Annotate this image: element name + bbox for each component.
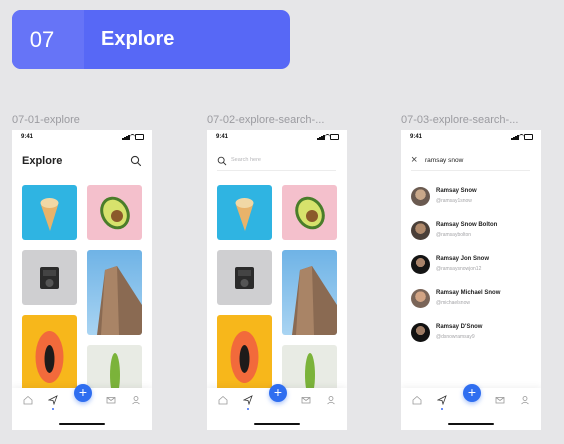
search-input[interactable]: Search here <box>217 156 336 171</box>
status-time: 9:41 <box>410 134 423 140</box>
frame-label-search-results[interactable]: 07-03-explore-search-... <box>401 114 541 126</box>
avatar <box>411 255 430 274</box>
avatar <box>411 289 430 308</box>
status-time: 9:41 <box>21 134 34 140</box>
user-result-row[interactable]: Ramsay Snow @ramsay1snow <box>411 185 531 209</box>
user-name: Ramsay Snow Bolton <box>436 222 498 228</box>
user-handle: @ramsaysnowjon12 <box>436 266 482 272</box>
status-time: 9:41 <box>216 134 229 140</box>
image-tile-building[interactable] <box>87 250 142 335</box>
add-button[interactable]: + <box>269 384 287 402</box>
image-tile-building[interactable] <box>282 250 337 335</box>
add-button[interactable]: + <box>463 384 481 402</box>
image-tile-avocado[interactable] <box>282 185 337 240</box>
user-result-row[interactable]: Ramsay D'Snow @dsnowramsay9 <box>411 321 531 345</box>
section-number: 07 <box>29 27 55 52</box>
image-tile-papaya[interactable] <box>217 315 272 395</box>
home-icon[interactable] <box>218 395 228 405</box>
user-result-row[interactable]: Ramsay Jon Snow @ramsaysnowjon12 <box>411 253 531 277</box>
avatar <box>411 323 430 342</box>
phone-explore: 9:41 Explore + <box>12 130 152 430</box>
status-icons <box>317 134 339 140</box>
user-handle: @dsnowramsay9 <box>436 334 475 340</box>
home-icon[interactable] <box>23 395 33 405</box>
search-icon[interactable] <box>130 155 142 167</box>
image-tile-papaya[interactable] <box>22 315 77 395</box>
image-tile-camera[interactable] <box>22 250 77 305</box>
mail-icon[interactable] <box>301 395 311 405</box>
add-button[interactable]: + <box>74 384 92 402</box>
user-result-row[interactable]: Ramsay Snow Bolton @ramsaybolton <box>411 219 531 243</box>
profile-icon[interactable] <box>131 395 141 405</box>
section-header: 07 Explore <box>12 10 290 69</box>
bottom-nav: + <box>12 384 152 430</box>
home-indicator <box>59 423 105 425</box>
search-query: ramsay snow <box>425 157 464 164</box>
send-icon[interactable] <box>243 395 253 405</box>
section-title: Explore <box>101 28 175 50</box>
search-icon <box>217 156 227 166</box>
image-tile-camera[interactable] <box>217 250 272 305</box>
status-bar: 9:41 <box>207 130 347 144</box>
active-indicator <box>52 408 54 410</box>
active-indicator <box>441 408 443 410</box>
send-icon[interactable] <box>437 395 447 405</box>
page-title: Explore <box>22 155 63 167</box>
user-name: Ramsay D'Snow <box>436 324 483 330</box>
frame-label-search[interactable]: 07-02-explore-search-... <box>207 114 347 126</box>
status-icons <box>122 134 144 140</box>
home-indicator <box>254 423 300 425</box>
search-placeholder: Search here <box>231 157 261 163</box>
user-name: Ramsay Jon Snow <box>436 256 490 262</box>
avatar <box>411 187 430 206</box>
status-bar: 9:41 <box>401 130 541 144</box>
home-icon[interactable] <box>412 395 422 405</box>
avatar <box>411 221 430 240</box>
home-indicator <box>448 423 494 425</box>
profile-icon[interactable] <box>520 395 530 405</box>
status-icons <box>511 134 533 140</box>
frame-label-explore[interactable]: 07-01-explore <box>12 114 152 126</box>
mail-icon[interactable] <box>106 395 116 405</box>
image-tile-ice-cream[interactable] <box>22 185 77 240</box>
image-tile-ice-cream[interactable] <box>217 185 272 240</box>
bottom-nav: + <box>401 384 541 430</box>
user-handle: @ramsaybolton <box>436 232 472 238</box>
mail-icon[interactable] <box>495 395 505 405</box>
status-bar: 9:41 <box>12 130 152 144</box>
user-handle: @ramsay1snow <box>436 198 472 204</box>
phone-search-results: 9:41 × ramsay snow Ramsay Snow @ramsay1s… <box>401 130 541 430</box>
send-icon[interactable] <box>48 395 58 405</box>
profile-icon[interactable] <box>326 395 336 405</box>
user-result-row[interactable]: Ramsay Michael Snow @michaelsnow <box>411 287 531 311</box>
close-icon[interactable]: × <box>411 154 417 166</box>
search-input[interactable]: × ramsay snow <box>411 154 530 171</box>
user-name: Ramsay Snow <box>436 188 477 194</box>
active-indicator <box>247 408 249 410</box>
user-handle: @michaelsnow <box>436 300 470 306</box>
bottom-nav: + <box>207 384 347 430</box>
image-tile-avocado[interactable] <box>87 185 142 240</box>
phone-explore-search: 9:41 Search here + <box>207 130 347 430</box>
user-name: Ramsay Michael Snow <box>436 290 501 296</box>
